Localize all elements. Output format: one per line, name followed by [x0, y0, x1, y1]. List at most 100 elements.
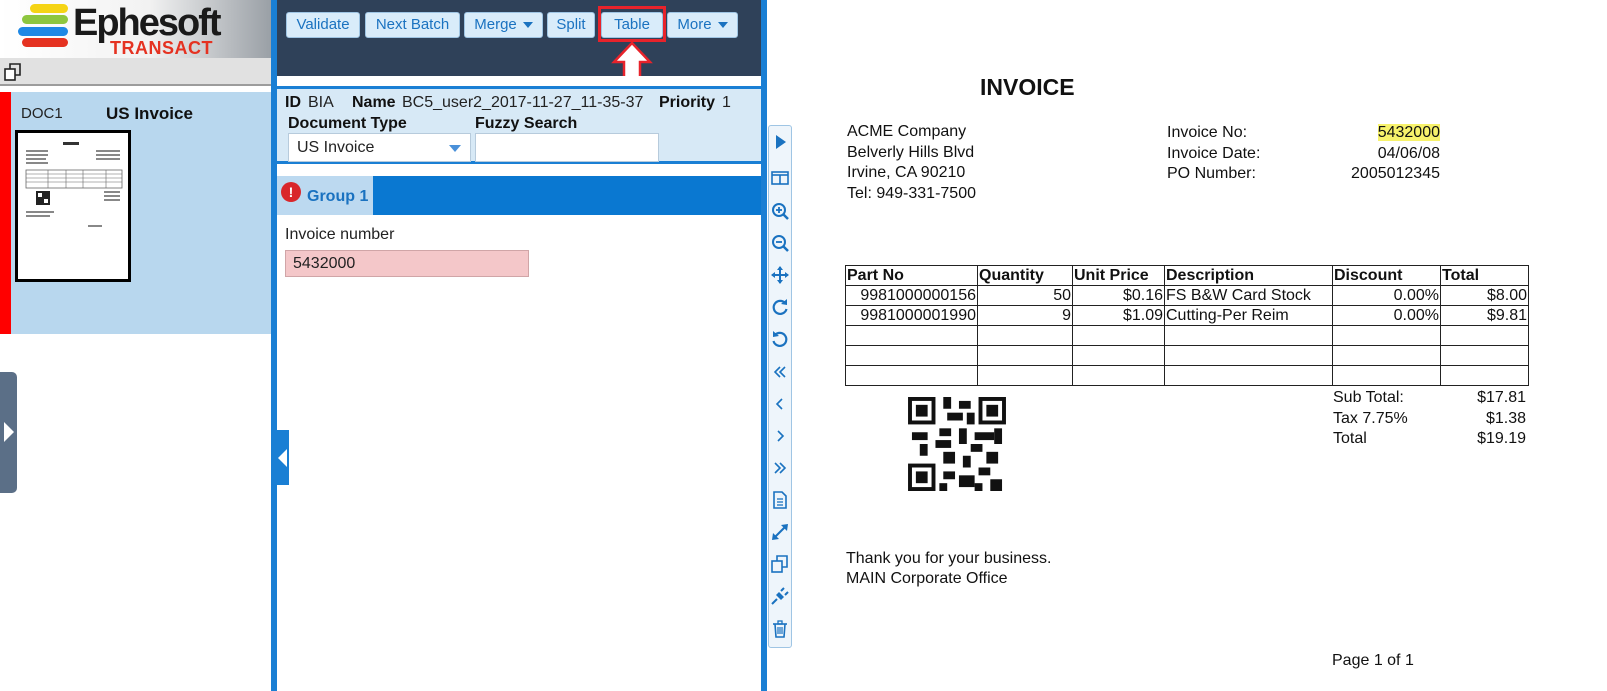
table-row [845, 365, 1529, 386]
document-id: DOC1 [21, 105, 63, 122]
invoice-date-label: Invoice Date: [1167, 145, 1261, 162]
table-cell: $1.09 [1072, 305, 1165, 326]
move-icon[interactable] [771, 266, 789, 284]
fuzzy-search-input[interactable] [475, 133, 659, 162]
invoice-number-field[interactable]: 5432000 [285, 250, 529, 277]
first-page-icon[interactable] [771, 363, 789, 381]
prev-page-icon[interactable] [771, 395, 789, 413]
tax-value: $1.38 [1485, 410, 1526, 427]
table-cell: 50 [977, 285, 1073, 306]
table-cell: $8.00 [1440, 285, 1529, 306]
priority-value: 1 [722, 94, 731, 111]
rotate-ccw-icon[interactable] [771, 330, 789, 348]
total-label: Total [1333, 430, 1367, 447]
more-button[interactable]: More [667, 12, 738, 38]
table-cell: 0.00% [1332, 305, 1441, 326]
batch-id-label: ID [285, 94, 301, 111]
two-column-icon[interactable] [771, 169, 789, 187]
last-page-icon[interactable] [771, 459, 789, 477]
invoice-no-label: Invoice No: [1167, 124, 1248, 141]
batch-id-value: BIA [308, 94, 334, 111]
delete-icon[interactable] [771, 620, 789, 638]
batch-toolbar: Validate Next Batch Merge Split Table Mo… [277, 0, 761, 83]
zoom-out-icon[interactable] [771, 234, 789, 252]
footer-line: Thank you for your business. [846, 550, 1052, 567]
play-icon[interactable] [771, 133, 789, 151]
table-cell: 9981000001990 [845, 305, 978, 326]
document-type-field-label: Document Type [288, 115, 407, 132]
priority-label: Priority [659, 94, 716, 111]
batch-info: ID BIA Name BC5_user2_2017-11-27_11-35-3… [277, 86, 761, 164]
table-cell: 0.00% [1332, 285, 1441, 306]
column-header: Unit Price [1072, 265, 1165, 286]
company-line: ACME Company [847, 123, 967, 140]
table-cell: FS B&W Card Stock [1164, 285, 1333, 306]
line-items-table: Part No Quantity Unit Price Description … [845, 265, 1529, 386]
plugin-icon[interactable] [771, 587, 789, 605]
caret-down-icon [522, 22, 533, 29]
expand-panel-toggle[interactable] [0, 372, 17, 493]
error-icon: ! [281, 182, 301, 202]
zoom-in-icon[interactable] [771, 202, 789, 220]
invoice-date-value: 04/06/08 [1377, 145, 1440, 162]
document-preview[interactable]: INVOICE ACME Company Belverly Hills Blvd… [800, 0, 1607, 691]
tax-label: Tax 7.75% [1333, 410, 1408, 427]
chevron-right-icon [4, 422, 14, 442]
document-icon[interactable] [771, 491, 789, 509]
logo-stripe-yellow [30, 4, 68, 13]
dropdown-arrow-icon [449, 145, 461, 152]
document-card[interactable]: DOC1 US Invoice [0, 92, 271, 334]
validate-button[interactable]: Validate [286, 12, 360, 38]
viewer-toolbar [768, 125, 792, 648]
toolbar-separator [277, 76, 761, 83]
fuzzy-search-label: Fuzzy Search [475, 115, 578, 132]
caret-down-icon [717, 22, 728, 29]
document-type-select[interactable]: US Invoice [288, 133, 471, 162]
company-line: Belverly Hills Blvd [847, 144, 975, 161]
copy-icon[interactable] [771, 555, 789, 573]
batch-name-label: Name [352, 94, 396, 111]
collapse-panel-toggle[interactable] [277, 430, 289, 485]
logo-stripe-blue [18, 27, 68, 36]
table-cell: $9.81 [1440, 305, 1529, 326]
page-indicator: Page 1 of 1 [1332, 652, 1414, 669]
group-tab-label: Group 1 [307, 188, 369, 205]
document-thumbnail[interactable] [15, 130, 131, 282]
footer-line: MAIN Corporate Office [846, 570, 1008, 587]
fit-icon[interactable] [771, 523, 789, 541]
table-row [845, 325, 1529, 346]
document-type-label: US Invoice [106, 104, 193, 123]
next-batch-button[interactable]: Next Batch [365, 12, 460, 38]
table-button-highlight [598, 6, 666, 42]
subtotal-value: $17.81 [1477, 389, 1526, 406]
table-cell: $0.16 [1072, 285, 1165, 306]
logo-stripe-green [22, 15, 68, 24]
invoice-no-value: 5432000 [1377, 124, 1440, 141]
column-header: Description [1164, 265, 1333, 286]
next-page-icon[interactable] [771, 427, 789, 445]
company-line: Irvine, CA 90210 [847, 164, 966, 181]
table-row: 9981000001990 9 $1.09 Cutting-Per Reim 0… [845, 305, 1529, 326]
logo-stripe-red [22, 38, 68, 47]
split-button[interactable]: Split [547, 12, 595, 38]
table-cell: 9981000000156 [845, 285, 978, 306]
group-tab-bar: ! Group 1 [277, 176, 761, 215]
document-list-panel: Ephesoft TRANSACT DOC1 US Invoice [0, 0, 271, 691]
copy-icon[interactable] [3, 62, 23, 82]
chevron-left-icon [278, 449, 287, 467]
column-header: Quantity [977, 265, 1073, 286]
column-header: Total [1440, 265, 1529, 286]
table-cell: 9 [977, 305, 1073, 326]
batch-name-value: BC5_user2_2017-11-27_11-35-37 [402, 94, 644, 111]
tab-group-1[interactable]: ! Group 1 [277, 176, 373, 215]
validation-panel: Validate Next Batch Merge Split Table Mo… [271, 0, 767, 691]
column-header: Discount [1332, 265, 1441, 286]
merge-button[interactable]: Merge [464, 12, 543, 38]
total-value: $19.19 [1477, 430, 1526, 447]
invoice-number-label: Invoice number [285, 226, 395, 243]
table-header-row: Part No Quantity Unit Price Description … [845, 265, 1529, 286]
rotate-cw-icon[interactable] [771, 298, 789, 316]
po-number-value: 2005012345 [1351, 165, 1440, 182]
logo-subtitle: TRANSACT [110, 38, 213, 58]
table-cell: Cutting-Per Reim [1164, 305, 1333, 326]
